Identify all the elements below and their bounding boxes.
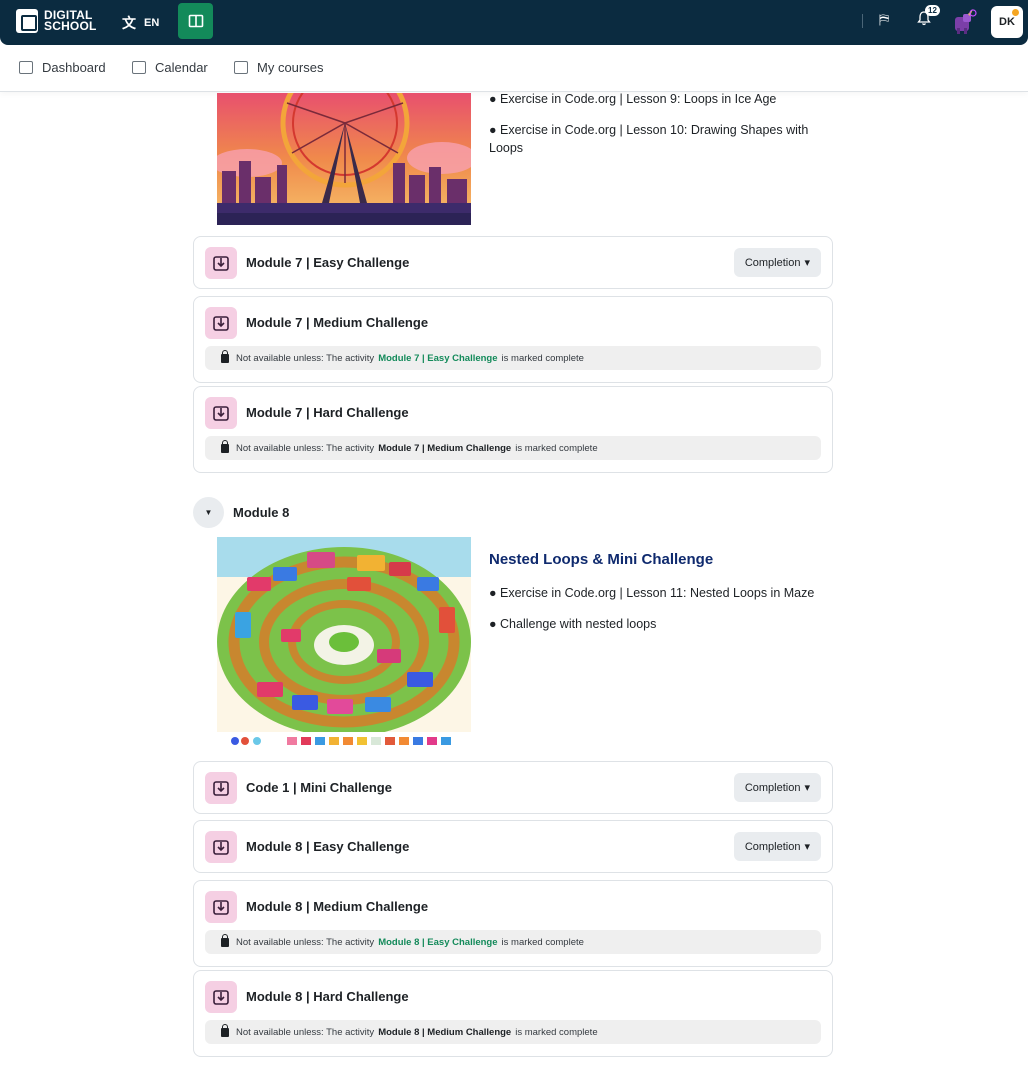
- restriction-prefix: Not available unless: The activity: [236, 1026, 375, 1038]
- module7-desc-2-cont: Loops: [489, 141, 524, 155]
- restriction-activity: Module 8 | Medium Challenge: [378, 1026, 512, 1038]
- unicorn-avatar-icon[interactable]: [951, 9, 977, 35]
- nav-my-courses-label: My courses: [257, 60, 324, 75]
- logo-line2: SCHOOL: [44, 19, 97, 33]
- signpost-icon[interactable]: ⛿: [879, 11, 889, 28]
- restriction-suffix: is marked complete: [515, 442, 598, 454]
- assignment-icon: [205, 831, 237, 863]
- activity-card-code1-mini[interactable]: Code 1 | Mini Challenge Completion ▾: [193, 761, 833, 814]
- book-icon: [188, 14, 203, 28]
- restriction-link[interactable]: Module 8 | Easy Challenge: [378, 937, 497, 948]
- notification-count-badge: 12: [925, 5, 940, 16]
- translate-icon: 文: [122, 15, 136, 31]
- module7-illustration: [217, 93, 471, 225]
- language-label: EN: [144, 17, 160, 29]
- activity-title[interactable]: Module 7 | Medium Challenge: [246, 315, 428, 330]
- activity-title[interactable]: Code 1 | Mini Challenge: [246, 780, 392, 795]
- restriction-prefix: Not available unless: The activity: [236, 936, 375, 948]
- restriction-prefix: Not available unless: The activity: [236, 442, 375, 454]
- nav-calendar-label: Calendar: [155, 60, 208, 75]
- activity-card-m7-hard[interactable]: Module 7 | Hard Challenge Not available …: [193, 386, 833, 473]
- nav-dashboard-label: Dashboard: [42, 60, 106, 75]
- assignment-icon: [205, 891, 237, 923]
- activity-card-m8-easy[interactable]: Module 8 | Easy Challenge Completion ▾: [193, 820, 833, 873]
- course-index-button[interactable]: [178, 3, 213, 39]
- completion-dropdown[interactable]: Completion ▾: [733, 773, 821, 802]
- dashboard-icon: [19, 61, 33, 74]
- module8-desc-1: ● Exercise in Code.org | Lesson 11: Nest…: [489, 586, 815, 600]
- caret-down-icon: ▼: [204, 508, 213, 517]
- lock-icon: [221, 349, 229, 363]
- module8-desc-2: ● Challenge with nested loops: [489, 617, 657, 631]
- logo-icon: [16, 9, 38, 33]
- completion-label: Completion: [744, 256, 801, 269]
- activity-title[interactable]: Module 8 | Easy Challenge: [246, 839, 409, 854]
- activity-title[interactable]: Module 7 | Hard Challenge: [246, 405, 409, 420]
- restriction-suffix: is marked complete: [515, 1026, 598, 1038]
- completion-dropdown[interactable]: Completion ▾: [733, 248, 821, 277]
- nav-my-courses[interactable]: My courses: [234, 60, 323, 75]
- caret-down-icon: ▾: [804, 841, 810, 853]
- restriction-suffix: is marked complete: [501, 936, 584, 948]
- assignment-icon: [205, 247, 237, 279]
- restriction-suffix: is marked complete: [501, 352, 584, 364]
- restriction-notice: Not available unless: The activity Modul…: [205, 436, 821, 460]
- restriction-prefix: Not available unless: The activity: [236, 352, 375, 364]
- nav-dashboard[interactable]: Dashboard: [19, 60, 106, 75]
- restriction-notice: Not available unless: The activity Modul…: [205, 1020, 821, 1044]
- completion-label: Completion: [744, 840, 801, 853]
- activity-title[interactable]: Module 8 | Hard Challenge: [246, 989, 409, 1004]
- restriction-activity: Module 7 | Medium Challenge: [378, 442, 512, 454]
- module7-desc-1: ● Exercise in Code.org | Lesson 9: Loops…: [489, 92, 777, 106]
- assignment-icon: [205, 772, 237, 804]
- assignment-icon: [205, 397, 237, 429]
- activity-card-m8-hard[interactable]: Module 8 | Hard Challenge Not available …: [193, 970, 833, 1057]
- activity-title[interactable]: Module 8 | Medium Challenge: [246, 899, 428, 914]
- restriction-notice: Not available unless: The activity Modul…: [205, 346, 821, 370]
- activity-card-m8-medium[interactable]: Module 8 | Medium Challenge Not availabl…: [193, 880, 833, 967]
- caret-down-icon: ▾: [804, 257, 810, 269]
- collapse-toggle[interactable]: ▼: [193, 497, 224, 528]
- lock-icon: [221, 933, 229, 947]
- site-logo[interactable]: DIGITAL SCHOOL: [16, 9, 97, 33]
- user-initials: DK: [999, 16, 1015, 28]
- nav-calendar[interactable]: Calendar: [132, 60, 208, 75]
- assignment-icon: [205, 307, 237, 339]
- module7-desc-2: ● Exercise in Code.org | Lesson 10: Draw…: [489, 123, 809, 137]
- language-selector[interactable]: 文 EN: [122, 13, 159, 33]
- section-title: Nested Loops & Mini Challenge: [489, 551, 714, 568]
- activity-card-m7-medium[interactable]: Module 7 | Medium Challenge Not availabl…: [193, 296, 833, 383]
- restriction-link[interactable]: Module 7 | Easy Challenge: [378, 353, 497, 364]
- module8-illustration: [217, 537, 471, 749]
- lock-icon: [221, 1023, 229, 1037]
- activity-title[interactable]: Module 7 | Easy Challenge: [246, 255, 409, 270]
- assignment-icon: [205, 981, 237, 1013]
- top-navbar: DIGITAL SCHOOL 文 EN ⛿ 12 DK: [0, 0, 1028, 45]
- restriction-notice: Not available unless: The activity Modul…: [205, 930, 821, 954]
- completion-dropdown[interactable]: Completion ▾: [733, 832, 821, 861]
- module-title[interactable]: Module 8: [233, 505, 289, 520]
- user-avatar[interactable]: DK: [991, 6, 1023, 38]
- nav-divider: [862, 14, 863, 28]
- module8-header: ▼ Module 8: [193, 497, 289, 528]
- book-icon: [234, 61, 248, 74]
- calendar-icon: [132, 61, 146, 74]
- activity-card-m7-easy[interactable]: Module 7 | Easy Challenge Completion ▾: [193, 236, 833, 289]
- status-dot-icon: [1011, 8, 1020, 17]
- caret-down-icon: ▾: [804, 782, 810, 794]
- lock-icon: [221, 439, 229, 453]
- completion-label: Completion: [744, 781, 801, 794]
- secondary-navbar: Dashboard Calendar My courses: [0, 45, 1028, 92]
